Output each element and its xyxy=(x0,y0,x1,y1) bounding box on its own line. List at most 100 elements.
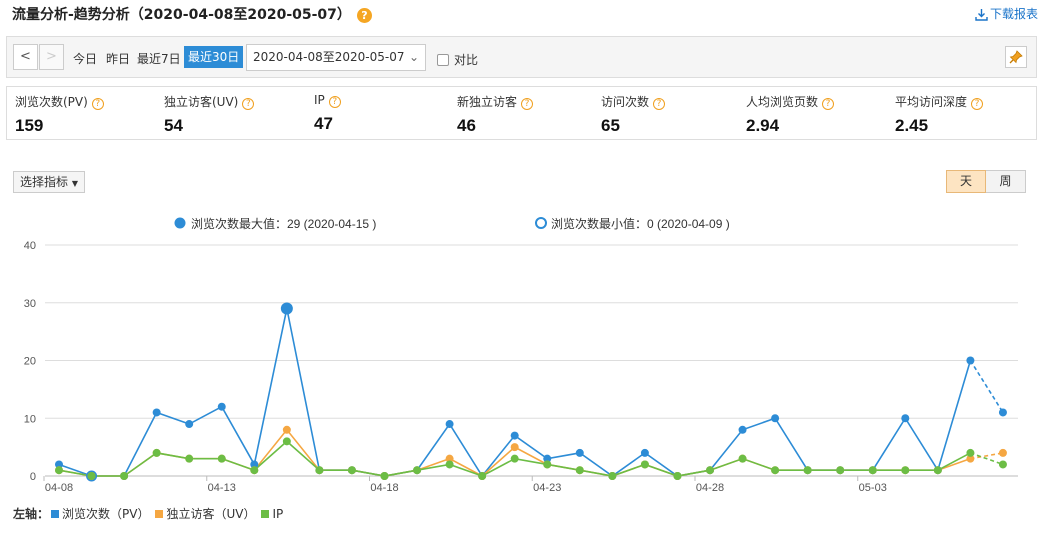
x-tick-label: 04-28 xyxy=(696,482,724,494)
data-point xyxy=(282,437,291,446)
metric-avg-depth: 平均访问深度? 2.45 xyxy=(895,93,984,136)
max-annotation: 浏览次数最大值：29 (2020-04-15 ) xyxy=(191,216,376,231)
legend-prefix: 左轴： xyxy=(13,507,50,521)
help-icon[interactable]: ? xyxy=(356,7,372,23)
select-metric-dropdown[interactable]: 选择指标 ▼ xyxy=(13,171,85,193)
data-point xyxy=(966,356,975,365)
metric-value: 47 xyxy=(314,114,333,133)
data-point xyxy=(640,460,649,469)
period-week-button[interactable]: 周 xyxy=(986,170,1026,193)
data-point xyxy=(413,466,422,475)
x-tick-label: 04-23 xyxy=(533,482,561,494)
data-point xyxy=(998,460,1007,469)
help-icon[interactable]: ? xyxy=(822,98,835,110)
metric-uv: 独立访客(UV)? 54 xyxy=(164,93,255,136)
data-point xyxy=(217,402,226,411)
metric-pv: 浏览次数(PV)? 159 xyxy=(15,93,104,136)
legend-uv[interactable]: 独立访客（UV） xyxy=(166,507,255,521)
data-point xyxy=(738,454,747,463)
y-tick-label: 40 xyxy=(24,240,36,252)
help-icon[interactable]: ? xyxy=(91,98,104,110)
period-toggle: 天 周 xyxy=(946,170,1026,193)
data-point xyxy=(933,466,942,475)
metric-label: IP xyxy=(314,93,325,107)
metric-label: 独立访客(UV) xyxy=(164,95,239,109)
prev-period-button[interactable]: < xyxy=(13,44,38,70)
data-point xyxy=(510,431,519,440)
range-last-7-days[interactable]: 最近7日 xyxy=(137,50,181,67)
pin-icon xyxy=(1009,50,1023,64)
data-point xyxy=(998,408,1007,417)
date-range-value: 2020-04-08至2020-05-07 xyxy=(253,50,405,64)
y-tick-label: 30 xyxy=(24,298,36,310)
legend-swatch-pv xyxy=(51,510,60,518)
data-point xyxy=(347,466,356,475)
help-icon[interactable]: ? xyxy=(521,98,534,110)
data-point xyxy=(868,466,877,475)
metric-label: 新独立访客 xyxy=(457,95,518,109)
range-today[interactable]: 今日 xyxy=(73,50,97,67)
compare-toggle[interactable]: 对比 xyxy=(437,51,478,68)
data-point xyxy=(575,448,584,457)
data-point xyxy=(217,454,226,463)
data-point xyxy=(510,443,519,452)
y-tick-label: 0 xyxy=(30,471,36,483)
data-point xyxy=(510,454,519,463)
range-last-30-days[interactable]: 最近30日 xyxy=(184,46,244,68)
data-point xyxy=(55,466,63,475)
data-point xyxy=(445,420,454,429)
page-title-text: 流量分析-趋势分析（2020-04-08至2020-05-07） xyxy=(12,7,351,23)
legend-ip[interactable]: IP xyxy=(272,507,283,521)
chevron-down-icon: ⌄ xyxy=(408,50,419,64)
metric-label: 浏览次数(PV) xyxy=(15,95,88,109)
data-point xyxy=(608,472,617,480)
data-point xyxy=(445,460,454,469)
data-point xyxy=(315,466,324,475)
metric-value: 46 xyxy=(457,116,476,135)
legend-pv[interactable]: 浏览次数（PV） xyxy=(62,507,149,521)
metric-label: 访问次数 xyxy=(601,95,650,109)
help-icon[interactable]: ? xyxy=(653,98,666,110)
y-tick-label: 10 xyxy=(24,413,36,425)
data-point xyxy=(966,448,975,457)
data-point xyxy=(282,425,291,434)
report-header: 流量分析-趋势分析（2020-04-08至2020-05-07）? 下载报表 xyxy=(12,4,1038,24)
select-metric-label: 选择指标 xyxy=(20,175,69,189)
chart-annotations: 浏览次数最大值：29 (2020-04-15 ) 浏览次数最小值：0 (2020… xyxy=(174,216,730,231)
metrics-summary: 浏览次数(PV)? 159 独立访客(UV)? 54 IP? 47 新独立访客?… xyxy=(6,86,1037,140)
y-tick-label: 20 xyxy=(24,356,36,368)
compare-checkbox[interactable] xyxy=(437,54,449,66)
max-marker-icon xyxy=(174,217,186,229)
download-icon xyxy=(975,9,988,21)
range-yesterday[interactable]: 昨日 xyxy=(106,50,130,67)
chart-legend: 左轴： 浏览次数（PV） 独立访客（UV） IP xyxy=(13,505,283,522)
x-tick-label: 04-08 xyxy=(45,482,73,494)
data-point xyxy=(87,472,96,480)
data-point xyxy=(152,408,161,417)
help-icon[interactable]: ? xyxy=(971,98,984,110)
min-marker-icon xyxy=(535,217,547,229)
period-day-button[interactable]: 天 xyxy=(946,170,986,193)
help-icon[interactable]: ? xyxy=(328,96,341,108)
metric-value: 159 xyxy=(15,116,44,135)
data-point xyxy=(803,466,812,475)
chart-x-axis: 04-08 04-13 04-18 04-23 04-28 05-03 xyxy=(43,475,1018,494)
data-point xyxy=(640,448,649,457)
x-tick-label: 04-13 xyxy=(208,482,236,494)
metric-value: 2.45 xyxy=(895,116,929,135)
data-point xyxy=(185,420,194,429)
data-point xyxy=(771,466,780,475)
data-point xyxy=(673,472,682,480)
next-period-button[interactable]: > xyxy=(39,44,64,70)
page-title: 流量分析-趋势分析（2020-04-08至2020-05-07）? xyxy=(12,4,372,24)
x-tick-label: 05-03 xyxy=(859,482,887,494)
x-tick-label: 04-18 xyxy=(370,482,398,494)
pin-button[interactable] xyxy=(1005,46,1027,68)
chart-grid: 0 10 20 30 40 xyxy=(24,240,1018,483)
download-report-link[interactable]: 下载报表 xyxy=(975,5,1038,22)
data-point xyxy=(771,414,780,423)
metric-value: 54 xyxy=(164,116,183,135)
date-range-select[interactable]: 2020-04-08至2020-05-07 ⌄ xyxy=(246,44,426,71)
help-icon[interactable]: ? xyxy=(242,98,255,110)
data-point xyxy=(478,472,487,480)
